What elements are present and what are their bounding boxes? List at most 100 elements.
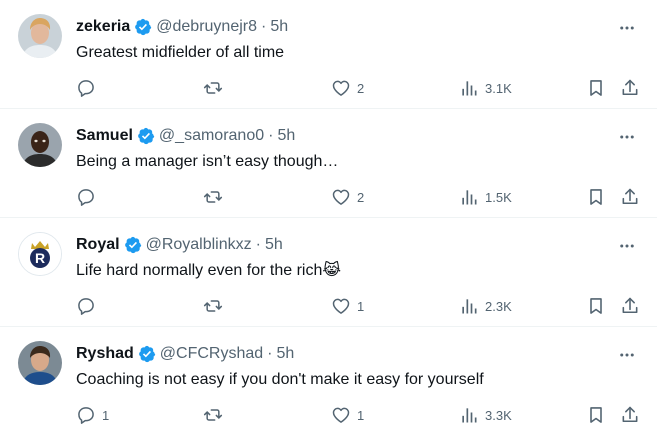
reply-button[interactable] (76, 294, 102, 318)
separator-dot: · (268, 127, 274, 144)
view-count: 1.5K (485, 189, 512, 205)
retweet-button[interactable] (203, 294, 223, 318)
share-button[interactable] (620, 294, 640, 318)
heart-icon (331, 187, 351, 207)
retweet-button[interactable] (203, 185, 223, 209)
reply-button[interactable] (76, 185, 102, 209)
tweet-header: zekeria @debruynejr8 · 5h (76, 16, 288, 38)
avatar[interactable] (18, 14, 62, 58)
views-icon (459, 296, 479, 316)
display-name[interactable]: Ryshad (76, 345, 134, 363)
more-options-button[interactable] (617, 127, 637, 147)
avatar[interactable] (18, 123, 62, 167)
tweet-text: Coaching is not easy if you don't make i… (76, 369, 484, 391)
reply-icon (76, 78, 96, 98)
tweet-text-content: Being a manager isn’t easy though… (76, 153, 339, 170)
more-icon (618, 346, 636, 364)
bookmark-button[interactable] (586, 76, 606, 100)
username-handle[interactable]: @_samorano0 (159, 127, 264, 145)
reply-count: 1 (102, 407, 110, 423)
retweet-icon (203, 187, 223, 207)
more-options-button[interactable] (617, 345, 637, 365)
display-name[interactable]: Samuel (76, 127, 133, 145)
timestamp[interactable]: 5h (265, 236, 283, 254)
like-button[interactable]: 1 (331, 403, 364, 427)
username-handle[interactable]: @Royalblinkxz (146, 236, 252, 254)
verified-badge-icon (138, 345, 156, 363)
verified-badge-icon (137, 127, 155, 145)
tweet-text: Greatest midfielder of all time (76, 42, 284, 64)
display-name[interactable]: zekeria (76, 18, 130, 36)
bookmark-icon (586, 296, 606, 316)
view-count: 3.3K (485, 407, 512, 423)
action-bar: 2 3.1K (0, 76, 657, 100)
bookmark-icon (586, 405, 606, 425)
share-icon (620, 187, 640, 207)
separator-dot: · (255, 236, 261, 253)
verified-badge-icon (134, 18, 152, 36)
timestamp[interactable]: 5h (277, 345, 295, 363)
retweet-button[interactable] (203, 403, 223, 427)
like-count: 2 (357, 80, 365, 96)
share-button[interactable] (620, 76, 640, 100)
username-handle[interactable]: @debruynejr8 (156, 18, 257, 36)
bookmark-icon (586, 78, 606, 98)
like-button[interactable]: 2 (331, 76, 364, 100)
heart-icon (331, 405, 351, 425)
share-icon (620, 405, 640, 425)
like-count: 1 (357, 298, 365, 314)
share-button[interactable] (620, 185, 640, 209)
share-button[interactable] (620, 403, 640, 427)
separator-dot: · (261, 18, 267, 35)
views-button[interactable]: 3.1K (459, 76, 512, 100)
tweet-card[interactable]: Samuel @_samorano0 · 5h Being a manager … (0, 109, 657, 218)
views-icon (459, 78, 479, 98)
more-icon (618, 237, 636, 255)
views-icon (459, 405, 479, 425)
more-options-button[interactable] (617, 236, 637, 256)
bookmark-icon (586, 187, 606, 207)
reply-icon (76, 296, 96, 316)
tweet-card[interactable]: zekeria @debruynejr8 · 5h Greatest midfi… (0, 0, 657, 109)
tweet-text-content: Greatest midfielder of all time (76, 44, 285, 61)
tweet-text: Life hard normally even for the rich😹 (76, 260, 341, 282)
username-handle[interactable]: @CFCRyshad (160, 345, 263, 363)
like-button[interactable]: 1 (331, 294, 364, 318)
timestamp[interactable]: 5h (277, 127, 295, 145)
reply-button[interactable]: 1 (76, 403, 109, 427)
bookmark-button[interactable] (586, 185, 606, 209)
display-name[interactable]: Royal (76, 236, 120, 254)
tweet-header: Samuel @_samorano0 · 5h (76, 125, 295, 147)
tweet-card[interactable]: R Royal @Royalblinkxz · 5h Life hard nor… (0, 218, 657, 327)
action-bar: 1 2.3K (0, 294, 657, 318)
timestamp[interactable]: 5h (270, 18, 288, 36)
retweet-icon (203, 405, 223, 425)
views-button[interactable]: 1.5K (459, 185, 512, 209)
tweet-text-content: Coaching is not easy if you don't make i… (76, 371, 484, 388)
tweet-emoji: 😹 (322, 262, 342, 279)
like-button[interactable]: 2 (331, 185, 364, 209)
heart-icon (331, 78, 351, 98)
more-icon (618, 19, 636, 37)
bookmark-button[interactable] (586, 403, 606, 427)
view-count: 3.1K (485, 80, 512, 96)
more-options-button[interactable] (617, 18, 637, 38)
tweet-header: Royal @Royalblinkxz · 5h (76, 234, 283, 256)
share-icon (620, 78, 640, 98)
tweet-header: Ryshad @CFCRyshad · 5h (76, 343, 294, 365)
views-icon (459, 187, 479, 207)
like-count: 1 (357, 407, 365, 423)
separator-dot: · (267, 345, 273, 362)
reply-icon (76, 187, 96, 207)
royal-avatar-letter: R (35, 250, 45, 266)
views-button[interactable]: 2.3K (459, 294, 512, 318)
retweet-button[interactable] (203, 76, 223, 100)
bookmark-button[interactable] (586, 294, 606, 318)
avatar[interactable] (18, 341, 62, 385)
retweet-icon (203, 296, 223, 316)
reply-button[interactable] (76, 76, 102, 100)
views-button[interactable]: 3.3K (459, 403, 512, 427)
retweet-icon (203, 78, 223, 98)
tweet-card[interactable]: Ryshad @CFCRyshad · 5h Coaching is not e… (0, 327, 657, 436)
avatar[interactable]: R (18, 232, 62, 276)
